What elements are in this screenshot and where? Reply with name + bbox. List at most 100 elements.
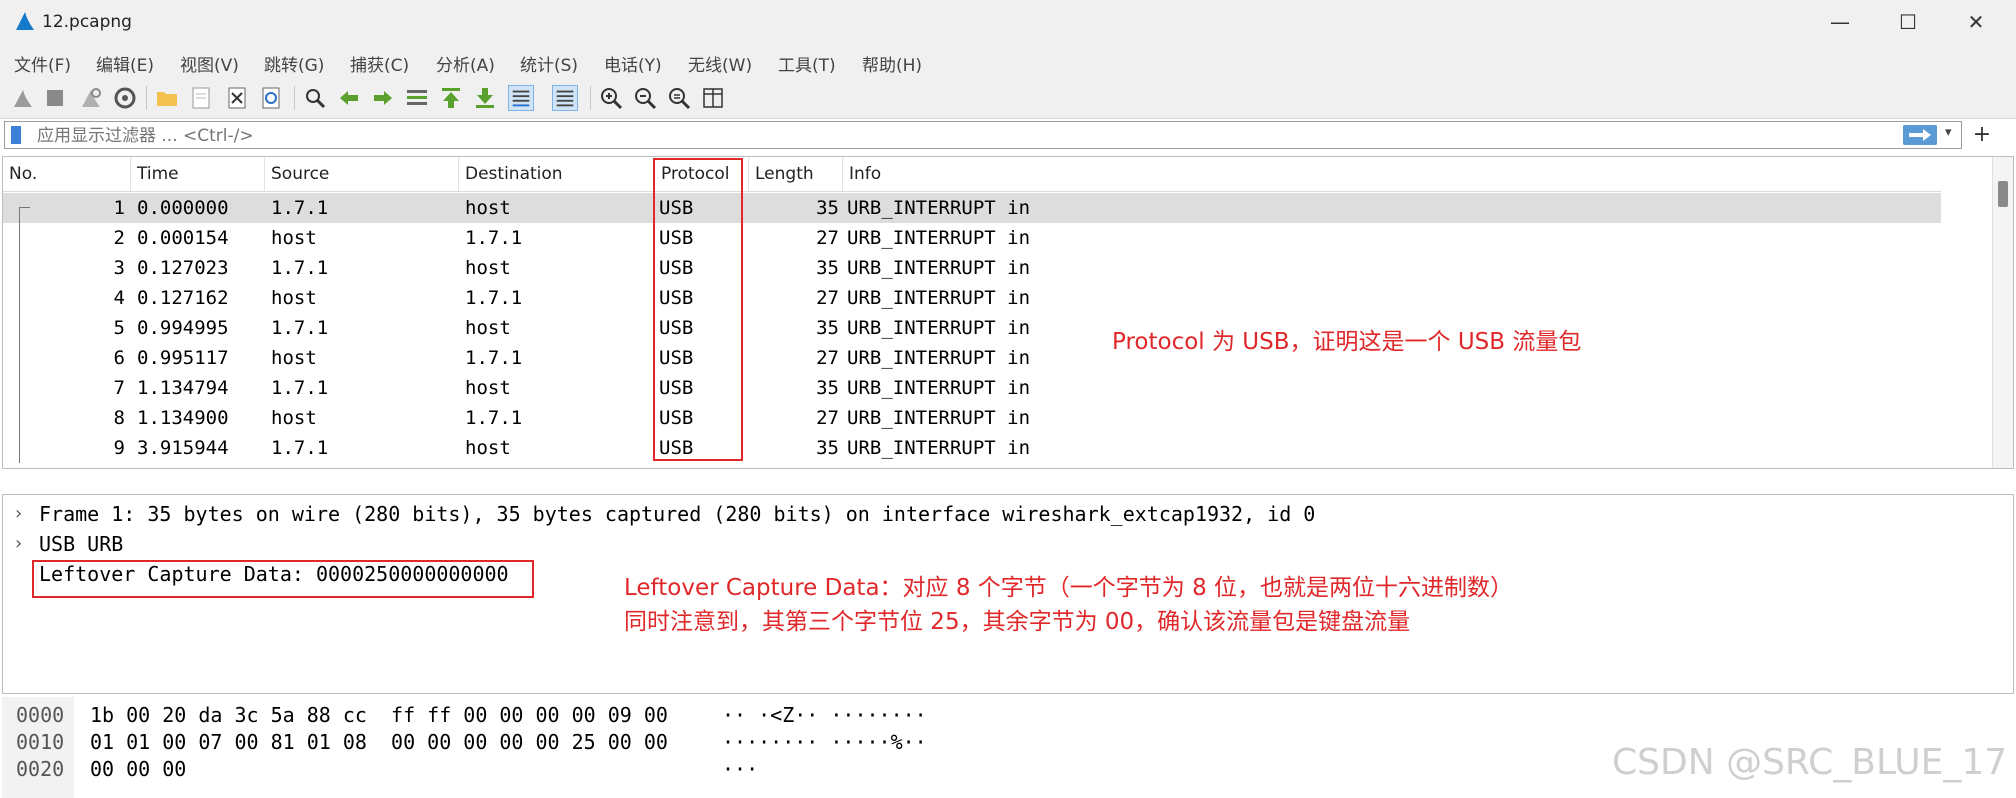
byte-ascii[interactable]: ········ ·····%·· bbox=[722, 728, 927, 756]
menu-telephony[interactable]: 电话(Y) bbox=[604, 51, 662, 76]
detail-row-frame[interactable]: › Frame 1: 35 bytes on wire (280 bits), … bbox=[3, 499, 2003, 529]
column-header-destination[interactable]: Destination bbox=[459, 157, 655, 191]
filter-history-dropdown-icon[interactable]: ▾ bbox=[1945, 125, 1952, 140]
cell-dst: 1.7.1 bbox=[465, 227, 523, 249]
cell-no: 3 bbox=[113, 257, 125, 279]
cell-no: 6 bbox=[113, 347, 125, 369]
packet-list-pane[interactable]: No. Time Source Destination Protocol Len… bbox=[2, 156, 2014, 469]
go-forward-icon[interactable] bbox=[370, 85, 396, 111]
cell-no: 8 bbox=[113, 407, 125, 429]
display-filter-input[interactable] bbox=[35, 125, 1839, 147]
detail-frame-text: Frame 1: 35 bytes on wire (280 bits), 35… bbox=[39, 502, 1316, 526]
save-file-icon[interactable] bbox=[188, 85, 214, 111]
cell-src: 1.7.1 bbox=[271, 377, 329, 399]
display-filter-bar: ▾ bbox=[4, 121, 1962, 149]
cell-src: host bbox=[271, 287, 317, 309]
table-row[interactable]: 5 0.994995 1.7.1 host USB 35 URB_INTERRUPT in bbox=[3, 313, 1941, 343]
start-capture-icon[interactable] bbox=[10, 85, 36, 111]
byte-offset: 0000 bbox=[16, 703, 65, 727]
menu-help[interactable]: 帮助(H) bbox=[862, 51, 922, 76]
cell-time: 0.000154 bbox=[137, 227, 229, 249]
table-row[interactable]: 4 0.127162 host 1.7.1 USB 27 URB_INTERRUPT in bbox=[3, 283, 1941, 313]
zoom-in-icon[interactable] bbox=[598, 85, 624, 111]
cell-dst: 1.7.1 bbox=[465, 347, 523, 369]
detail-usb-text: USB URB bbox=[39, 532, 124, 556]
cell-info: URB_INTERRUPT in bbox=[847, 407, 1031, 429]
cell-len: 35 bbox=[816, 437, 839, 459]
go-to-packet-icon[interactable] bbox=[404, 85, 430, 111]
table-row[interactable]: 9 3.915944 1.7.1 host USB 35 URB_INTERRUPT in bbox=[3, 433, 1941, 463]
cell-time: 0.995117 bbox=[137, 347, 229, 369]
menu-bar: 文件(F) 编辑(E) 视图(V) 跳转(G) 捕获(C) 分析(A) 统计(S… bbox=[0, 44, 2016, 80]
restart-capture-icon[interactable] bbox=[78, 85, 104, 111]
maximize-button[interactable]: ☐ bbox=[1888, 8, 1928, 36]
byte-hex[interactable]: 1b 00 20 da 3c 5a 88 cc ff ff 00 00 00 0… bbox=[90, 701, 668, 729]
cell-len: 35 bbox=[816, 317, 839, 339]
table-row[interactable]: 3 0.127023 1.7.1 host USB 35 URB_INTERRUPT in bbox=[3, 253, 1941, 283]
table-row[interactable]: 2 0.000154 host 1.7.1 USB 27 URB_INTERRUPT in bbox=[3, 223, 1941, 253]
minimize-button[interactable]: — bbox=[1820, 8, 1860, 36]
filter-bookmark-icon[interactable] bbox=[11, 126, 21, 144]
column-header-time[interactable]: Time bbox=[131, 157, 265, 191]
column-header-source[interactable]: Source bbox=[265, 157, 459, 191]
open-file-icon[interactable] bbox=[154, 85, 180, 111]
close-file-icon[interactable] bbox=[224, 85, 250, 111]
packet-list-vertical-scrollbar[interactable] bbox=[1992, 157, 2013, 468]
cell-no: 4 bbox=[113, 287, 125, 309]
find-packet-icon[interactable] bbox=[302, 85, 328, 111]
zoom-out-icon[interactable] bbox=[632, 85, 658, 111]
menu-capture[interactable]: 捕获(C) bbox=[350, 51, 409, 76]
go-first-packet-icon[interactable] bbox=[438, 85, 464, 111]
table-row[interactable]: 1 0.000000 1.7.1 host USB 35 URB_INTERRUPT in bbox=[3, 193, 1941, 224]
expand-chevron-icon[interactable]: › bbox=[15, 499, 22, 529]
zoom-normal-icon[interactable] bbox=[666, 85, 692, 111]
column-header-length[interactable]: Length bbox=[749, 157, 843, 191]
table-row[interactable]: 6 0.995117 host 1.7.1 USB 27 URB_INTERRUPT in bbox=[3, 343, 1941, 373]
close-button[interactable]: ✕ bbox=[1956, 8, 1996, 36]
table-row[interactable]: 8 1.134900 host 1.7.1 USB 27 URB_INTERRUPT in bbox=[3, 403, 1941, 433]
vertical-scroll-thumb[interactable] bbox=[1998, 181, 2008, 207]
byte-hex[interactable]: 00 00 00 bbox=[90, 755, 186, 783]
protocol-annotation: Protocol 为 USB，证明这是一个 USB 流量包 bbox=[1112, 329, 1582, 355]
cell-src: 1.7.1 bbox=[271, 437, 329, 459]
reload-file-icon[interactable] bbox=[258, 85, 284, 111]
go-back-icon[interactable] bbox=[336, 85, 362, 111]
byte-ascii[interactable]: ·· ·<Z·· ········ bbox=[722, 701, 927, 729]
stop-capture-icon[interactable] bbox=[42, 85, 68, 111]
menu-statistics[interactable]: 统计(S) bbox=[520, 51, 578, 76]
apply-filter-arrow-icon[interactable] bbox=[1903, 125, 1937, 145]
menu-edit[interactable]: 编辑(E) bbox=[96, 51, 154, 76]
cell-dst: host bbox=[465, 317, 511, 339]
column-header-no[interactable]: No. bbox=[3, 157, 131, 191]
cell-time: 0.000000 bbox=[137, 197, 229, 219]
leftover-highlight-box bbox=[32, 560, 534, 598]
cell-src: 1.7.1 bbox=[271, 257, 329, 279]
expand-chevron-icon[interactable]: › bbox=[15, 529, 22, 559]
menu-file[interactable]: 文件(F) bbox=[14, 51, 71, 76]
add-filter-button-icon[interactable]: + bbox=[1970, 121, 1994, 149]
cell-dst: host bbox=[465, 197, 511, 219]
title-bar: 12.pcapng — ☐ ✕ bbox=[0, 0, 2016, 44]
cell-time: 0.127162 bbox=[137, 287, 229, 309]
detail-row-usb-urb[interactable]: › USB URB bbox=[3, 529, 2003, 559]
menu-analyze[interactable]: 分析(A) bbox=[436, 51, 495, 76]
byte-hex[interactable]: 01 01 00 07 00 81 01 08 00 00 00 00 00 2… bbox=[90, 728, 668, 756]
resize-columns-icon[interactable] bbox=[700, 85, 726, 111]
column-header-info[interactable]: Info bbox=[843, 157, 1941, 191]
capture-options-icon[interactable] bbox=[112, 85, 138, 111]
table-row[interactable]: 7 1.134794 1.7.1 host USB 35 URB_INTERRUPT in bbox=[3, 373, 1941, 403]
menu-go[interactable]: 跳转(G) bbox=[264, 51, 324, 76]
cell-info: URB_INTERRUPT in bbox=[847, 227, 1031, 249]
cell-len: 35 bbox=[816, 377, 839, 399]
leftover-annotation-line2: 同时注意到，其第三个字节位 25，其余字节为 00，确认该流量包是键盘流量 bbox=[624, 609, 1411, 635]
autoscroll-icon[interactable] bbox=[508, 85, 534, 111]
go-last-packet-icon[interactable] bbox=[472, 85, 498, 111]
menu-tools[interactable]: 工具(T) bbox=[778, 51, 836, 76]
menu-view[interactable]: 视图(V) bbox=[180, 51, 239, 76]
protocol-highlight-box bbox=[653, 158, 743, 461]
cell-info: URB_INTERRUPT in bbox=[847, 197, 1031, 219]
colorize-icon[interactable] bbox=[552, 85, 578, 111]
menu-wireless[interactable]: 无线(W) bbox=[688, 51, 752, 76]
cell-no: 9 bbox=[113, 437, 125, 459]
byte-ascii[interactable]: ··· bbox=[722, 755, 758, 783]
